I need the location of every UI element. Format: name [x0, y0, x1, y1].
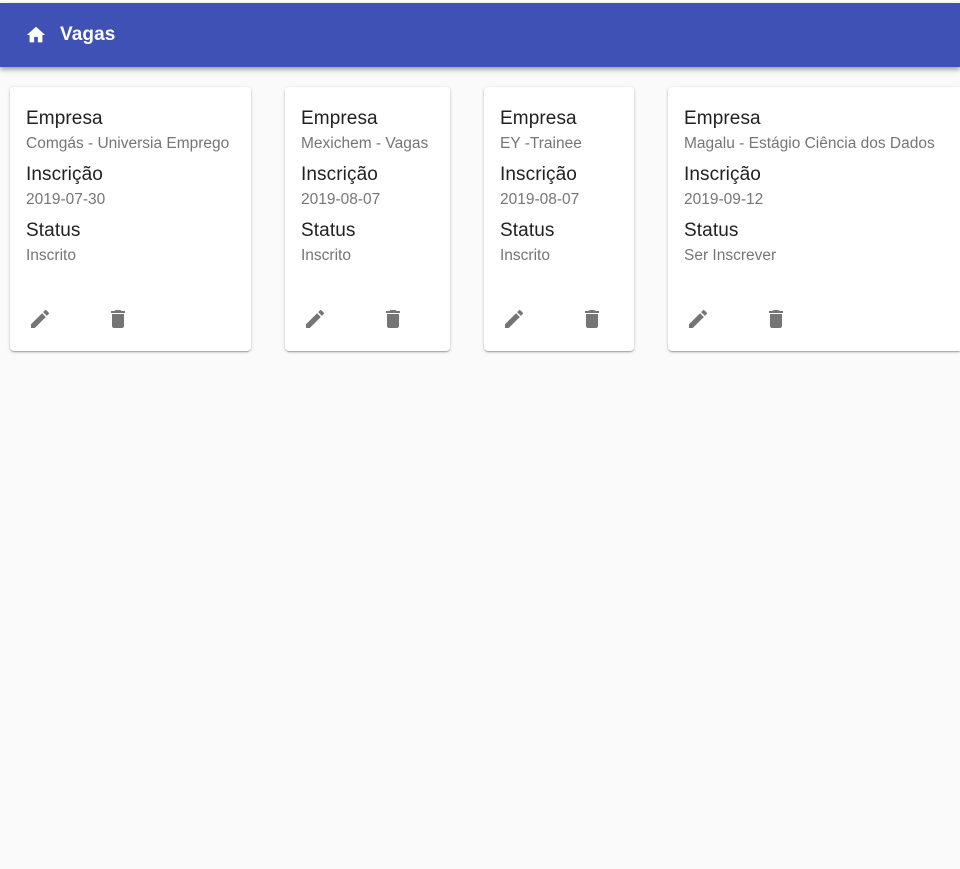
card-actions — [500, 305, 606, 333]
date-label: Inscrição — [500, 164, 577, 185]
date-label: Inscrição — [684, 164, 761, 185]
job-card: Empresa Mexichem - Vagas Inscrição 2019-… — [285, 87, 450, 351]
company-label: Empresa — [500, 108, 577, 129]
delete-button[interactable] — [104, 305, 132, 333]
card-actions — [26, 305, 132, 333]
status-value: Inscrito — [26, 247, 76, 264]
trash-icon — [111, 310, 125, 328]
home-icon — [26, 26, 46, 43]
home-button[interactable] — [24, 23, 48, 47]
card-actions — [301, 305, 407, 333]
job-card: Empresa Comgás - Universia Emprego Inscr… — [10, 87, 251, 351]
delete-button[interactable] — [762, 305, 790, 333]
trash-icon — [386, 310, 400, 328]
date-value: 2019-08-07 — [301, 191, 381, 208]
date-value: 2019-09-12 — [684, 191, 764, 208]
status-value: Inscrito — [301, 247, 351, 264]
delete-button[interactable] — [578, 305, 606, 333]
status-value: Inscrito — [500, 247, 550, 264]
card-actions — [684, 305, 790, 333]
app-title: Vagas — [60, 24, 116, 45]
company-value: Mexichem - Vagas — [301, 135, 429, 152]
company-label: Empresa — [301, 108, 378, 129]
date-value: 2019-08-07 — [500, 191, 580, 208]
company-label: Empresa — [26, 108, 103, 129]
pencil-icon — [505, 309, 524, 328]
status-label: Status — [500, 220, 555, 241]
company-value: Comgás - Universia Emprego — [26, 135, 230, 152]
pencil-icon — [689, 309, 708, 328]
status-value: Ser Inscrever — [684, 247, 777, 264]
pencil-icon — [306, 309, 325, 328]
company-label: Empresa — [684, 108, 761, 129]
date-label: Inscrição — [301, 164, 378, 185]
pencil-icon — [31, 309, 50, 328]
edit-button[interactable] — [684, 305, 712, 333]
company-value: Magalu - Estágio Ciência dos Dados — [684, 135, 935, 152]
edit-button[interactable] — [26, 305, 54, 333]
company-value: EY -Trainee — [500, 135, 582, 152]
status-label: Status — [26, 220, 81, 241]
status-label: Status — [684, 220, 739, 241]
job-card: Empresa EY -Trainee Inscrição 2019-08-07… — [484, 87, 634, 351]
status-label: Status — [301, 220, 356, 241]
trash-icon — [585, 310, 599, 328]
delete-button[interactable] — [379, 305, 407, 333]
date-value: 2019-07-30 — [26, 191, 106, 208]
edit-button[interactable] — [500, 305, 528, 333]
trash-icon — [769, 310, 783, 328]
date-label: Inscrição — [26, 164, 103, 185]
edit-button[interactable] — [301, 305, 329, 333]
job-card: Empresa Magalu - Estágio Ciência dos Dad… — [668, 87, 960, 351]
app-bar: Vagas — [0, 3, 960, 67]
